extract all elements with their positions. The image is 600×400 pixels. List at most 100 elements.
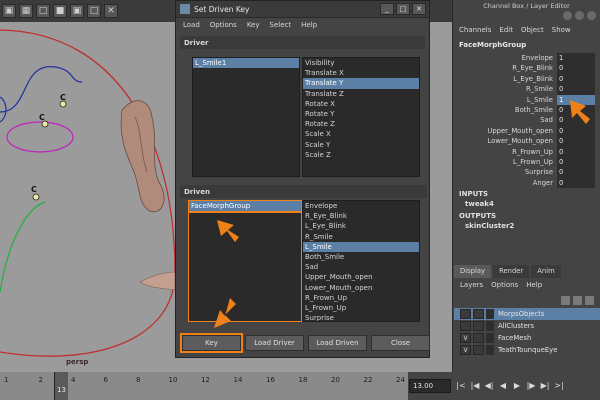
channel-row[interactable]: L_Eye_Blink 0 [453, 73, 600, 85]
channel-row[interactable]: R_Eye_Blink 0 [453, 63, 600, 74]
tool-settings-icon[interactable] [587, 11, 596, 20]
driven-attribute-item[interactable]: Upper_Mouth_open [303, 272, 419, 282]
channel-name[interactable]: Anger [453, 178, 557, 188]
driver-attribute-item[interactable]: Rotate X [303, 99, 419, 109]
driven-attribute-item[interactable]: L_Frown_Up [303, 303, 419, 313]
play-backward-icon[interactable]: ◀ [498, 378, 508, 392]
driven-attribute-item[interactable]: R_Frown_Up [303, 293, 419, 303]
channel-name[interactable]: R_Frown_Up [453, 147, 557, 157]
cube-icon[interactable]: ▣ [70, 4, 84, 18]
layer-visibility-toggle[interactable] [460, 309, 471, 319]
driver-attribute-item[interactable]: Scale Y [303, 140, 419, 150]
driver-object-list[interactable]: L_Smile1 [192, 57, 300, 177]
channel-row[interactable]: Surprise 0 [453, 167, 600, 178]
driven-attribute-item[interactable]: R_Eye_Blink [303, 211, 419, 221]
driven-attribute-list[interactable]: Envelope R_Eye_Blink L_Eye_Blink R_Smile L_S… [302, 200, 420, 322]
layer-row[interactable]: MorpsObjects [454, 308, 600, 320]
channel-name[interactable]: Lower_Mouth_open [453, 136, 557, 146]
step-forward-key-icon[interactable]: ▶| [540, 378, 550, 392]
channel-row[interactable]: Anger 0 [453, 177, 600, 189]
driven-attribute-item[interactable]: Envelope [303, 201, 419, 211]
layer-visibility-toggle[interactable] [460, 321, 471, 331]
driver-attribute-item[interactable]: Rotate Y [303, 109, 419, 119]
grid-icon[interactable]: ▦ [19, 4, 33, 18]
channel-name[interactable]: R_Eye_Blink [453, 63, 557, 73]
layer-color-swatch[interactable] [486, 345, 494, 355]
channel-value-field[interactable]: 0 [557, 146, 595, 157]
menu-object[interactable]: Object [521, 26, 544, 34]
channel-row[interactable]: Envelope 1 [453, 53, 600, 64]
step-back-key-icon[interactable]: |◀ [470, 378, 480, 392]
layer-visibility-toggle[interactable]: V [460, 333, 471, 343]
driver-attribute-item[interactable]: Scale X [303, 129, 419, 139]
cube-icon[interactable]: ▣ [2, 4, 16, 18]
layer-row[interactable]: AllClusters [454, 320, 600, 332]
layer-color-swatch[interactable] [486, 309, 494, 319]
new-layer-icon[interactable] [561, 295, 570, 305]
channel-row[interactable]: R_Smile 0 [453, 84, 600, 95]
input-node[interactable]: tweak4 [453, 200, 600, 210]
menu-help[interactable]: Help [301, 21, 317, 29]
step-forward-frame-icon[interactable]: |▶ [526, 378, 536, 392]
channel-row[interactable]: R_Frown_Up 0 [453, 146, 600, 157]
layer-options-icon[interactable] [585, 295, 594, 305]
driver-attribute-item[interactable]: Translate Z [303, 89, 419, 99]
channel-name[interactable]: Upper_Mouth_open [453, 126, 557, 136]
new-layer-selected-icon[interactable] [573, 295, 582, 305]
driven-attribute-item[interactable]: L_Eye_Blink [303, 221, 419, 231]
current-frame-field[interactable]: 13.00 [409, 379, 451, 393]
tab-display[interactable]: Display [454, 265, 492, 278]
channel-name[interactable]: L_Smile [453, 95, 557, 105]
minimize-icon[interactable]: _ [380, 3, 394, 15]
channel-name[interactable]: L_Eye_Blink [453, 74, 557, 84]
layer-display-type-toggle[interactable] [473, 345, 484, 355]
driven-attribute-item[interactable]: L_Smile [303, 241, 419, 252]
menu-help[interactable]: Help [526, 281, 542, 289]
channel-row[interactable]: Lower_Mouth_open 0 [453, 136, 600, 147]
channel-value-field[interactable]: 0 [557, 156, 595, 168]
current-frame-marker[interactable]: 13 [54, 372, 68, 400]
layer-visibility-toggle[interactable]: V [460, 345, 471, 355]
play-forward-icon[interactable]: ▶ [512, 378, 522, 392]
driver-attribute-item[interactable]: Translate X [303, 68, 419, 78]
driven-object-item[interactable]: FaceMorphGroup [189, 201, 301, 214]
driven-attribute-item[interactable]: Both_Smile [303, 252, 419, 262]
layer-display-type-toggle[interactable] [473, 309, 484, 319]
menu-key[interactable]: Key [247, 21, 260, 29]
close-icon[interactable]: ✕ [104, 4, 118, 18]
square-icon[interactable]: □ [87, 4, 101, 18]
square-icon[interactable]: □ [36, 4, 50, 18]
layer-row[interactable]: V TeathTounqueEye [454, 344, 600, 356]
go-to-end-icon[interactable]: >| [554, 378, 564, 392]
menu-select[interactable]: Select [270, 21, 292, 29]
driven-object-list[interactable]: FaceMorphGroup [188, 200, 302, 322]
channel-name[interactable]: Surprise [453, 167, 557, 177]
time-slider[interactable]: 1 2 4 6 8 10 12 14 16 18 20 22 24 13 13.00 |< |◀ ◀| ◀ ▶ |… [0, 372, 600, 400]
channel-name[interactable]: L_Frown_Up [453, 157, 557, 167]
driver-attribute-item[interactable]: Visibility [303, 58, 419, 68]
driver-object-item[interactable]: L_Smile1 [193, 58, 299, 69]
load-driven-button[interactable]: Load Driven [308, 335, 367, 351]
menu-show[interactable]: Show [552, 26, 571, 34]
channel-name[interactable]: Both_Smile [453, 105, 557, 115]
step-back-frame-icon[interactable]: ◀| [484, 378, 494, 392]
layer-display-type-toggle[interactable] [473, 333, 484, 343]
channel-value-field[interactable]: 0 [557, 136, 595, 147]
channel-value-field[interactable]: 0 [557, 177, 595, 189]
channel-value-field[interactable]: 0 [557, 73, 595, 85]
driver-attribute-item[interactable]: Translate Y [303, 78, 419, 89]
driven-attribute-item[interactable]: Sad [303, 262, 419, 272]
layer-row[interactable]: V FaceMesh [454, 332, 600, 344]
close-icon[interactable]: ✕ [412, 3, 426, 15]
driver-attribute-item[interactable]: Rotate Z [303, 119, 419, 129]
maximize-icon[interactable]: □ [396, 3, 410, 15]
menu-channels[interactable]: Channels [459, 26, 491, 34]
attribute-editor-icon[interactable] [575, 11, 584, 20]
channel-value-field[interactable]: 0 [557, 167, 595, 178]
channel-value-field[interactable]: 0 [557, 84, 595, 95]
channel-name[interactable]: Sad [453, 115, 557, 125]
output-node[interactable]: skinCluster2 [453, 222, 600, 232]
channel-box-toggle-icon[interactable] [563, 11, 572, 20]
driven-attribute-item[interactable]: Surprise [303, 313, 419, 321]
go-to-start-icon[interactable]: |< [456, 378, 466, 392]
